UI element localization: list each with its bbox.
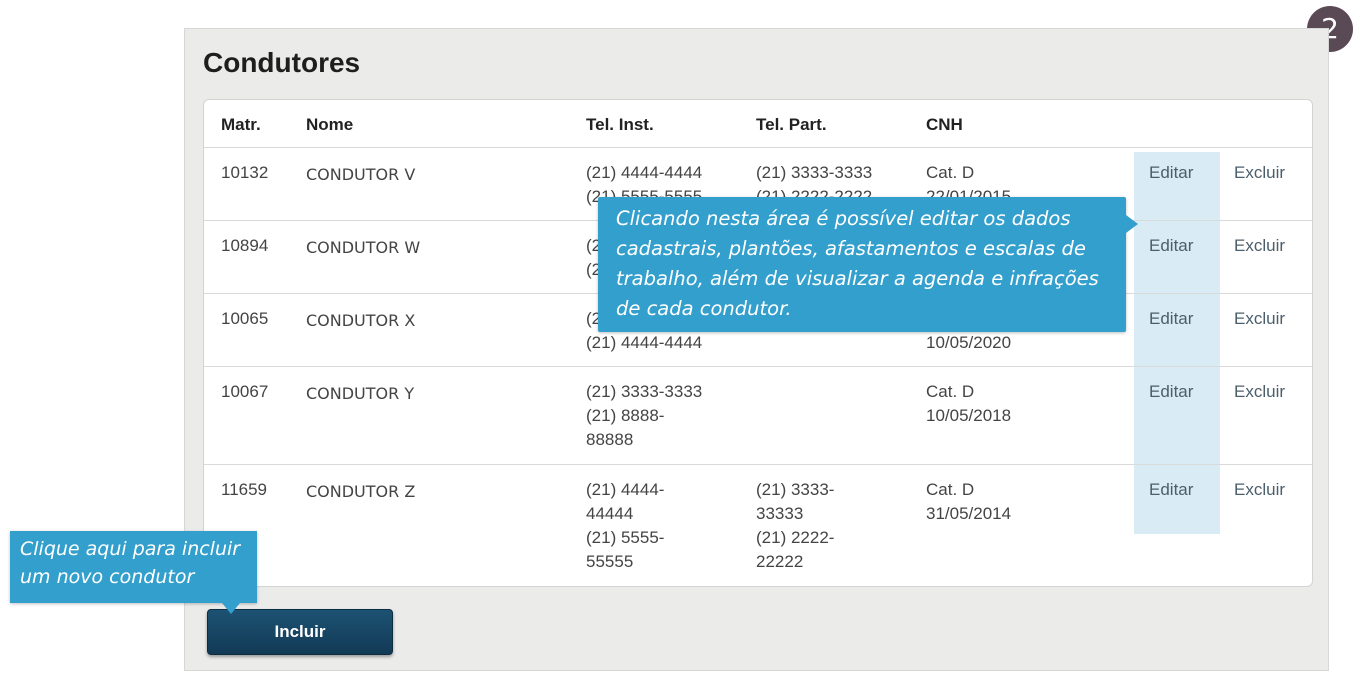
- cell-line: (21) 2222-: [756, 528, 835, 547]
- cell-line: 33333: [756, 504, 804, 523]
- cell-line: 88888: [586, 430, 634, 449]
- cell-line: (21) 4444-4444: [586, 333, 703, 352]
- tooltip-arrow: [222, 603, 240, 614]
- cell-line: 31/05/2014: [926, 504, 1012, 523]
- cell-line: (21) 3333-3333: [756, 163, 873, 182]
- column-header-tel-inst: Tel. Inst.: [586, 115, 654, 134]
- edit-link[interactable]: Editar: [1149, 380, 1193, 404]
- cell-tel-inst: (21) 3333-3333 (21) 8888- 88888: [586, 380, 702, 452]
- cell-line: (21) 3333-: [756, 480, 835, 499]
- include-tooltip: Clique aqui para incluir um novo conduto…: [10, 531, 257, 614]
- column-header-matr: Matr.: [221, 115, 261, 134]
- edit-link[interactable]: Editar: [1149, 478, 1193, 502]
- include-button[interactable]: Incluir: [207, 609, 393, 655]
- table-row: 11659 CONDUTOR Z (21) 4444- 44444 (21) 5555-…: [204, 465, 1312, 586]
- edit-link[interactable]: Editar: [1149, 161, 1193, 185]
- cell-line: (21) 3333-3333: [586, 382, 703, 401]
- delete-link[interactable]: Excluir: [1234, 380, 1285, 404]
- delete-link[interactable]: Excluir: [1234, 307, 1285, 331]
- cell-line: (21) 8888-: [586, 406, 665, 425]
- edit-link[interactable]: Editar: [1149, 307, 1193, 331]
- cell-line: 22222: [756, 552, 804, 571]
- cell-nome: CONDUTOR X: [306, 311, 416, 330]
- cell-line: (21) 4444-4444: [586, 163, 703, 182]
- cell-tel-inst: (21) 4444- 44444 (21) 5555- 55555: [586, 478, 664, 574]
- cell-line: 10/05/2018: [926, 406, 1012, 425]
- cell-nome: CONDUTOR V: [306, 165, 416, 184]
- cell-nome: CONDUTOR Z: [306, 482, 416, 501]
- cell-nome: CONDUTOR Y: [306, 384, 415, 403]
- cell-matr: 10132: [221, 163, 269, 182]
- column-header-tel-part: Tel. Part.: [756, 115, 827, 134]
- cell-matr: 10065: [221, 309, 269, 328]
- cell-line: (21) 4444-: [586, 480, 665, 499]
- table-row: 10067 CONDUTOR Y (21) 3333-3333 (21) 8888- 8…: [204, 367, 1312, 465]
- delete-link[interactable]: Excluir: [1234, 478, 1285, 502]
- cell-line: (21) 5555-: [586, 528, 665, 547]
- edit-link[interactable]: Editar: [1149, 234, 1193, 258]
- cell-line: 55555: [586, 552, 634, 571]
- condutores-table: Matr. Nome Tel. Inst. Tel. Part. CNH 101…: [203, 99, 1313, 587]
- cell-cnh: Cat. D 10/05/2018: [926, 380, 1011, 428]
- delete-link[interactable]: Excluir: [1234, 234, 1285, 258]
- condutores-panel: Condutores Matr. Nome Tel. Inst. Tel. Pa…: [184, 28, 1329, 671]
- cell-line: 44444: [586, 504, 634, 523]
- table-header: Matr. Nome Tel. Inst. Tel. Part. CNH: [204, 100, 1312, 148]
- delete-link[interactable]: Excluir: [1234, 161, 1285, 185]
- column-header-cnh: CNH: [926, 115, 963, 134]
- cell-matr: 10067: [221, 382, 269, 401]
- cell-line: Cat. D: [926, 480, 975, 499]
- cell-line: Cat. D: [926, 163, 975, 182]
- cell-line: 10/05/2020: [926, 333, 1012, 352]
- edit-area-tooltip: Clicando nesta área é possível editar os…: [598, 197, 1138, 332]
- cell-matr: 10894: [221, 236, 269, 255]
- column-header-nome: Nome: [306, 115, 354, 134]
- edit-area-tooltip-text: Clicando nesta área é possível editar os…: [616, 207, 1099, 320]
- cell-cnh: Cat. D 31/05/2014: [926, 478, 1011, 526]
- tooltip-arrow: [1126, 215, 1138, 233]
- cell-line: Cat. D: [926, 382, 975, 401]
- cell-matr: 11659: [221, 480, 268, 499]
- cell-nome: CONDUTOR W: [306, 238, 421, 257]
- page-title: Condutores: [203, 47, 361, 78]
- cell-tel-part: (21) 3333- 33333 (21) 2222- 22222: [756, 478, 834, 574]
- include-tooltip-text: Clique aqui para incluir um novo conduto…: [20, 538, 241, 588]
